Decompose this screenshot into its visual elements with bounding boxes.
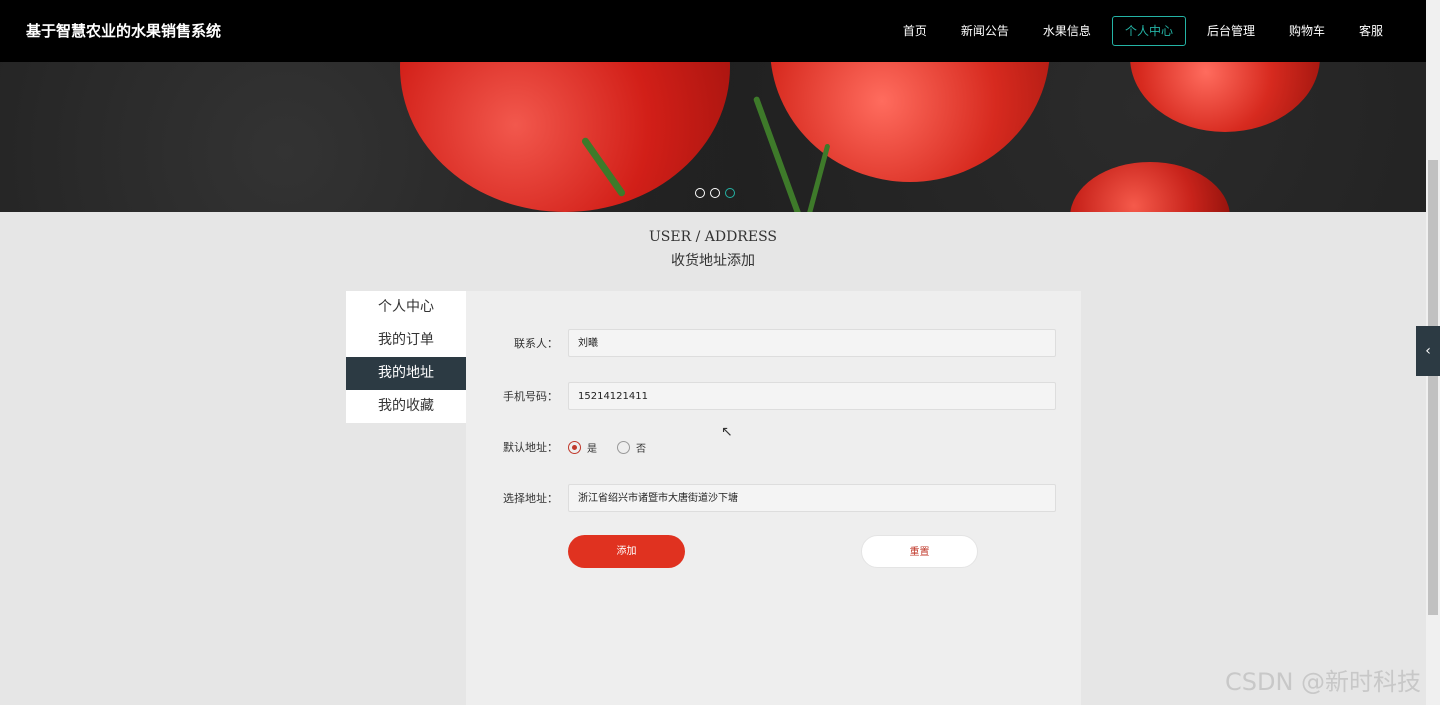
banner-tomato — [1070, 162, 1230, 212]
scrollbar-thumb[interactable] — [1428, 160, 1438, 615]
nav-fruit-info[interactable]: 水果信息 — [1030, 16, 1104, 46]
sidebar-item-orders[interactable]: 我的订单 — [346, 324, 466, 357]
default-row: 默认地址： 是 否 — [466, 439, 1081, 455]
nav-home[interactable]: 首页 — [890, 16, 940, 46]
phone-input[interactable]: 15214121411 — [568, 382, 1056, 410]
add-button[interactable]: 添加 — [568, 535, 685, 568]
address-row: 选择地址： 浙江省绍兴市诸暨市大唐街道沙下塘 — [466, 483, 1081, 513]
radio-yes-label: 是 — [587, 443, 597, 455]
contact-row: 联系人： 刘曦 — [466, 328, 1081, 358]
nav-cart[interactable]: 购物车 — [1276, 16, 1338, 46]
banner-stem — [794, 143, 831, 212]
banner-tomato — [1130, 62, 1320, 132]
carousel-dot[interactable] — [710, 188, 720, 198]
carousel-dot[interactable] — [695, 188, 705, 198]
page-title: 收货地址添加 — [671, 253, 755, 269]
top-navbar: 基于智慧农业的水果销售系统 首页 新闻公告 水果信息 个人中心 后台管理 购物车… — [0, 0, 1426, 62]
reset-button[interactable]: 重置 — [861, 535, 978, 568]
page-title-en: USER / ADDRESS — [648, 229, 778, 245]
sidebar-item-favorites[interactable]: 我的收藏 — [346, 390, 466, 423]
sidebar-item-address[interactable]: 我的地址 — [346, 357, 466, 390]
default-radio-group: 是 否 — [568, 440, 646, 455]
radio-no[interactable] — [617, 440, 630, 454]
nav-service[interactable]: 客服 — [1346, 16, 1396, 46]
address-input[interactable]: 浙江省绍兴市诸暨市大唐街道沙下塘 — [568, 484, 1056, 512]
contact-label: 联系人： — [514, 337, 558, 350]
nav-admin[interactable]: 后台管理 — [1194, 16, 1268, 46]
sidebar-item-user-center[interactable]: 个人中心 — [346, 291, 466, 324]
phone-row: 手机号码： 15214121411 — [466, 381, 1081, 411]
contact-input[interactable]: 刘曦 — [568, 329, 1056, 357]
nav-user-center[interactable]: 个人中心 — [1111, 16, 1186, 46]
chevron-left-icon[interactable]: ‹ — [1416, 326, 1440, 376]
banner-tomato — [400, 62, 730, 212]
banner-tomato — [770, 62, 1050, 182]
watermark: CSDN @新时科技 — [1225, 668, 1422, 696]
nav-news[interactable]: 新闻公告 — [948, 16, 1022, 46]
user-sidebar: 个人中心 我的订单 我的地址 我的收藏 — [346, 291, 466, 423]
radio-yes[interactable] — [568, 440, 581, 454]
default-label: 默认地址： — [503, 441, 558, 454]
mouse-cursor-icon: ↖ — [721, 424, 733, 440]
carousel-dot-active[interactable] — [725, 188, 735, 198]
site-title: 基于智慧农业的水果销售系统 — [26, 22, 222, 40]
carousel-dots — [695, 188, 735, 198]
radio-no-label: 否 — [636, 443, 646, 455]
address-label: 选择地址： — [503, 492, 558, 505]
phone-label: 手机号码： — [503, 390, 558, 403]
address-form: 联系人： 刘曦 手机号码： 15214121411 默认地址： 是 否 选择地址… — [466, 291, 1081, 705]
main-nav: 首页 新闻公告 水果信息 个人中心 后台管理 购物车 客服 — [890, 16, 1396, 46]
